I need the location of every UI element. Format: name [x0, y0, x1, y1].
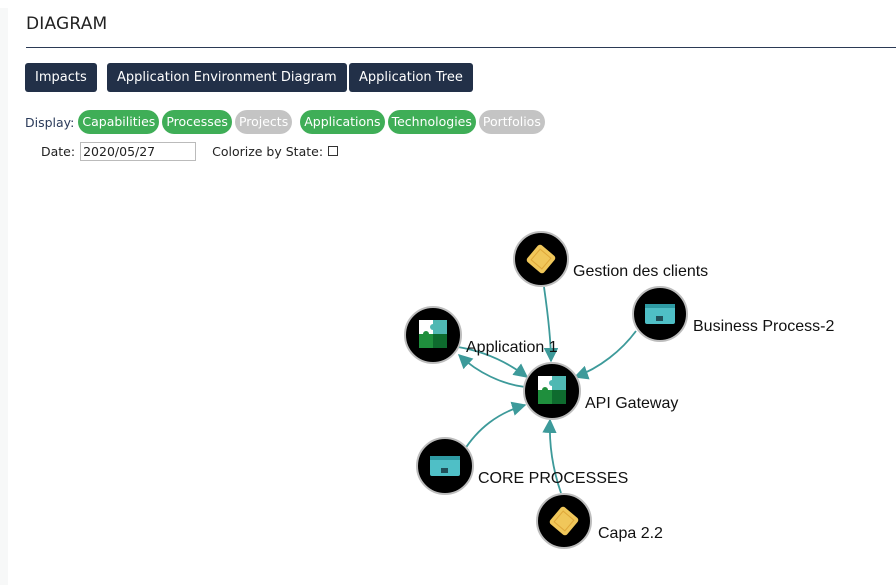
- display-filters: Display: Capabilities Processes Projects…: [25, 109, 548, 135]
- application-environment-diagram-button[interactable]: Application Environment Diagram: [107, 63, 347, 92]
- application-tree-button[interactable]: Application Tree: [349, 63, 473, 92]
- date-label: Date:: [41, 143, 76, 159]
- colorize-checkbox[interactable]: [328, 146, 339, 156]
- diagram-controls: Date: Colorize by State:: [41, 141, 339, 161]
- title-divider: [26, 47, 896, 48]
- page-title: DIAGRAM: [26, 14, 108, 34]
- filter-processes[interactable]: Processes: [162, 110, 232, 134]
- filter-capabilities[interactable]: Capabilities: [78, 110, 160, 134]
- date-input[interactable]: [80, 141, 197, 161]
- filter-technologies[interactable]: Technologies: [387, 110, 476, 134]
- node-business-process-2-label: Business Process-2: [693, 318, 834, 335]
- application-puzzle-icon: [538, 376, 566, 404]
- filter-portfolios[interactable]: Portfolios: [478, 110, 545, 134]
- filter-projects[interactable]: Projects: [234, 110, 293, 134]
- node-core-processes-label: CORE PROCESSES: [478, 470, 628, 487]
- node-gestion-des-clients-label: Gestion des clients: [573, 263, 708, 280]
- impacts-button[interactable]: Impacts: [25, 63, 97, 92]
- process-icon: [430, 456, 460, 476]
- node-capa-2-2-label: Capa 2.2: [598, 525, 663, 542]
- colorize-label: Colorize by State:: [212, 143, 324, 159]
- filter-applications[interactable]: Applications: [300, 110, 385, 134]
- process-icon: [645, 304, 675, 324]
- node-api-gateway-label: API Gateway: [585, 395, 678, 412]
- display-label: Display:: [25, 114, 75, 130]
- node-application-1-label: Application 1: [466, 339, 558, 356]
- main-panel: DIAGRAM Impacts Application Environment …: [8, 6, 896, 585]
- application-puzzle-icon: [419, 320, 447, 348]
